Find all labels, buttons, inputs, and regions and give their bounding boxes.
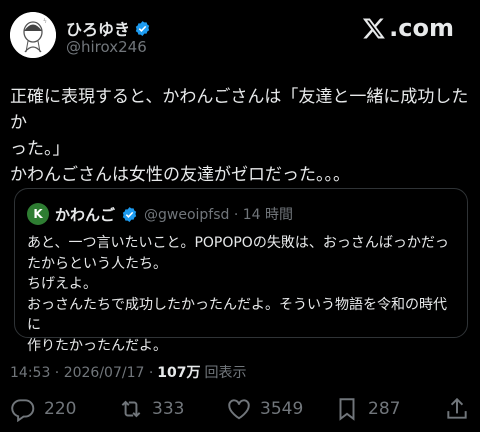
svg-text:ϟ: ϟ — [43, 18, 47, 25]
quoted-text: あと、一つ言いたいこと。POPOPOの失敗は、おっさんばっかだっ たからという人… — [27, 235, 449, 354]
repost-icon — [121, 400, 141, 418]
reply-count: 220 — [44, 399, 77, 419]
author-avatar[interactable]: ϟ — [10, 12, 56, 58]
tweet-header: ϟ ひろゆき @hirox246 .com — [10, 10, 470, 60]
tweet-line: った。」 — [10, 139, 70, 159]
repost-count: 333 — [152, 399, 185, 419]
quoted-author-name[interactable]: かわんご — [55, 204, 115, 225]
quoted-tweet[interactable]: K かわんご @gweoipfsd · 14 時間 あと、一つ言いたいこと。PO… — [14, 188, 468, 354]
share-button[interactable] — [444, 396, 470, 422]
like-button[interactable]: 3549 — [226, 396, 303, 422]
verified-badge-icon — [135, 20, 150, 36]
bookmark-icon — [339, 398, 355, 421]
share-icon — [447, 397, 467, 419]
bookmark-button[interactable]: 287 — [334, 396, 400, 422]
tweet-line: かわんごさんは女性の友達がゼロだった。。。 — [10, 165, 350, 185]
quoted-handle-time: @gweoipfsd · 14 時間 — [144, 207, 294, 223]
verified-badge-icon — [122, 206, 137, 222]
reply-button[interactable]: 220 — [10, 396, 76, 422]
x-logo-icon — [363, 18, 386, 39]
bookmark-count: 287 — [368, 399, 401, 419]
logo-text: .com — [389, 14, 454, 42]
tweet-text: 正確に表現すると、かわんごさんは「友達と一緒に成功したか った。」 かわんごさん… — [10, 84, 470, 188]
repost-button[interactable]: 333 — [118, 396, 184, 422]
action-bar: 220 333 3549 287 — [10, 396, 470, 426]
tweet-meta: 14:53 · 2026/07/17 · 107万 回表示 — [10, 362, 247, 382]
author-name[interactable]: ひろゆき — [66, 16, 130, 40]
tweet-timestamp[interactable]: 14:53 · 2026/07/17 · — [10, 365, 153, 381]
x-logo: .com — [361, 14, 454, 42]
quoted-avatar[interactable]: K — [27, 203, 49, 225]
reply-icon — [11, 399, 35, 422]
tweet-line: 正確に表現すると、かわんごさんは「友達と一緒に成功したか — [10, 87, 469, 133]
heart-icon — [228, 399, 250, 420]
author-handle[interactable]: @hirox246 — [66, 38, 147, 56]
like-count: 3549 — [260, 399, 304, 419]
view-count: 107万 — [157, 365, 201, 381]
view-count-suffix: 回表示 — [204, 365, 247, 381]
